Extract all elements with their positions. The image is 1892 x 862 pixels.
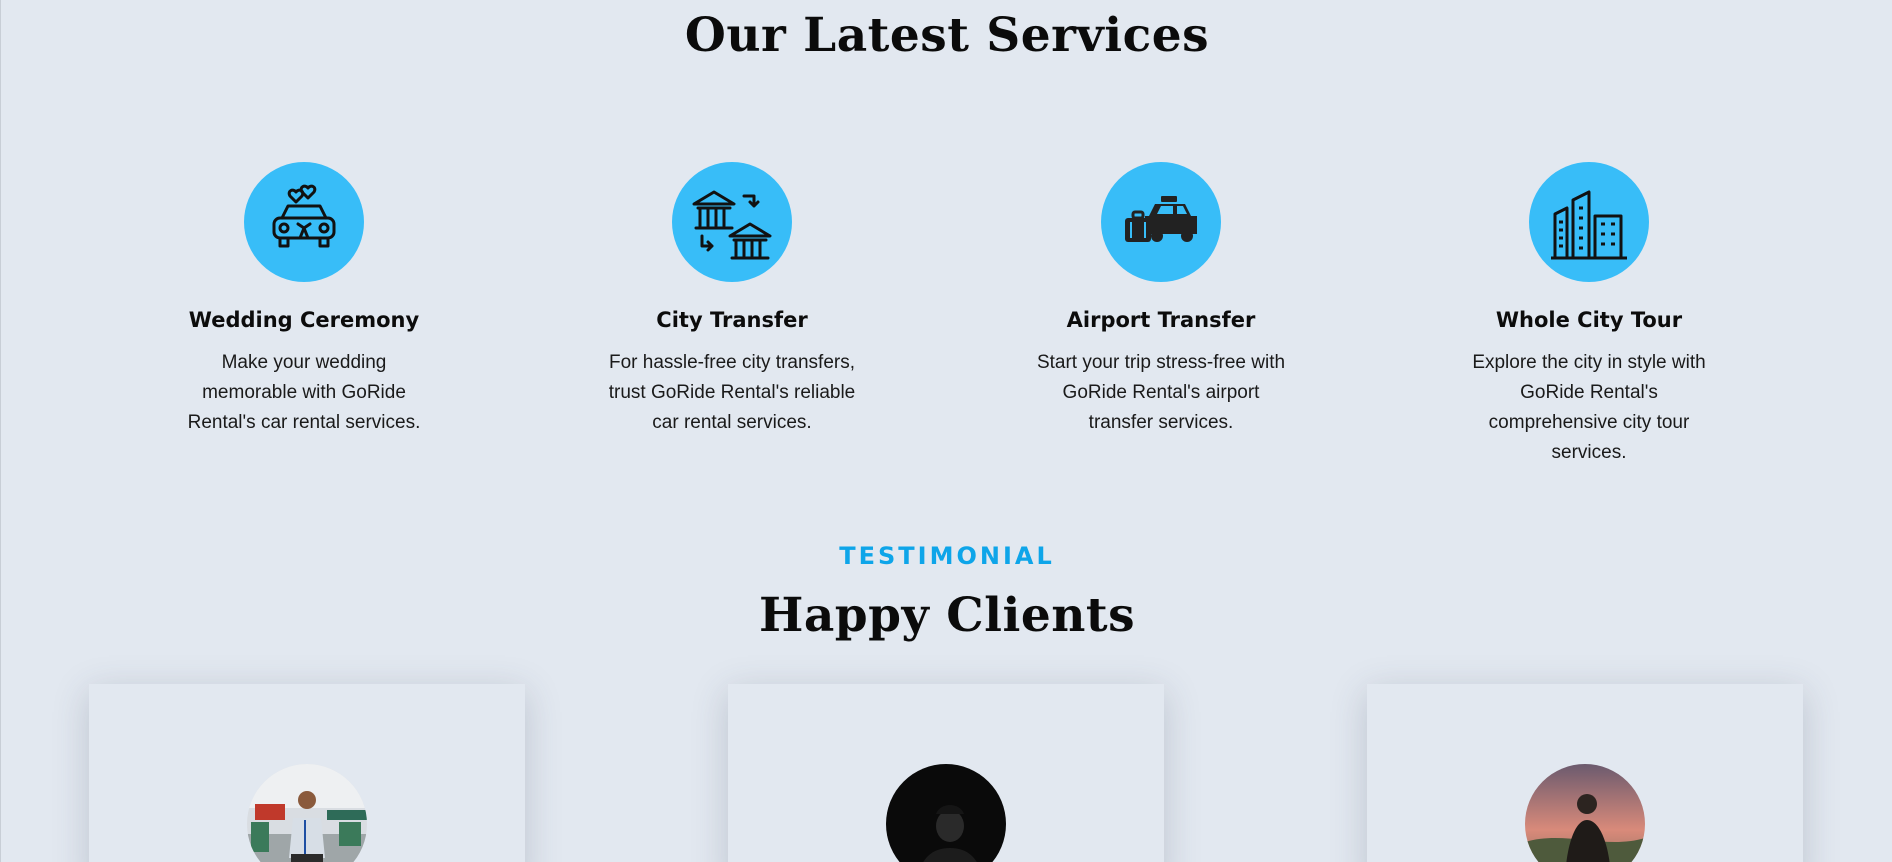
wedding-car-icon	[272, 184, 336, 248]
client-photo-1	[247, 764, 367, 862]
clients-title: Happy Clients	[758, 588, 1136, 643]
service-description: Explore the city in style with GoRide Re…	[1472, 352, 1706, 463]
service-title: Wedding Ceremony	[188, 308, 420, 332]
testimonial-card	[728, 684, 1164, 862]
avatar	[1525, 764, 1645, 862]
service-card-wedding: Wedding Ceremony Make your wedding memor…	[164, 162, 444, 438]
service-title: Airport Transfer	[1066, 308, 1256, 332]
service-description: Start your trip stress-free with GoRide …	[1036, 352, 1286, 433]
service-icon-circle	[672, 162, 792, 282]
services-title: Our Latest Services	[684, 8, 1210, 63]
avatar	[886, 764, 1006, 862]
service-card-city-tour: Whole City Tour Explore the city in styl…	[1449, 162, 1729, 468]
service-description: Make your wedding memorable with GoRide …	[187, 352, 421, 433]
service-card-city-transfer: City Transfer For hassle-free city trans…	[592, 162, 872, 438]
testimonial-card	[89, 684, 525, 862]
city-buildings-icon	[1551, 190, 1627, 260]
service-icon-circle	[244, 162, 364, 282]
service-description: For hassle-free city transfers, trust Go…	[608, 352, 856, 433]
service-card-airport-transfer: Airport Transfer Start your trip stress-…	[1021, 162, 1301, 438]
page: Our Latest Services Wedding Ceremony Mak…	[0, 0, 1892, 862]
client-photo-2	[886, 764, 1006, 862]
service-title: City Transfer	[656, 308, 808, 332]
city-transfer-icon	[692, 190, 772, 260]
airport-taxi-icon	[1125, 196, 1197, 242]
service-icon-circle	[1529, 162, 1649, 282]
client-photo-3	[1525, 764, 1645, 862]
service-icon-circle	[1101, 162, 1221, 282]
avatar	[247, 764, 367, 862]
testimonial-eyebrow: TESTIMONIAL	[839, 542, 1055, 570]
testimonial-card	[1367, 684, 1803, 862]
service-title: Whole City Tour	[1495, 308, 1683, 332]
